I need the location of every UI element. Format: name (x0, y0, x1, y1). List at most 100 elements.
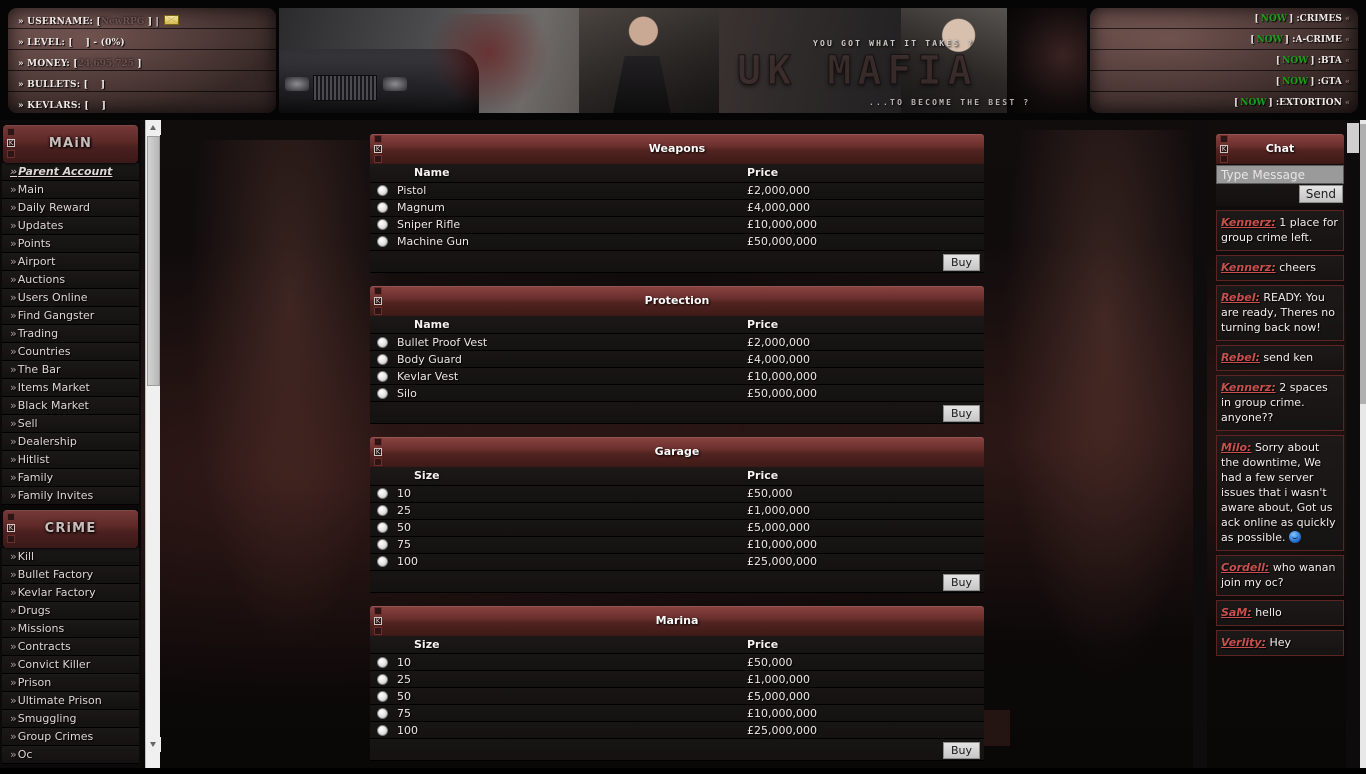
chat-username[interactable]: Kennerz: (1221, 216, 1276, 229)
chat-username[interactable]: Verlity: (1221, 636, 1266, 649)
sidebar-item-sell[interactable]: »Sell (2, 415, 139, 433)
sidebar-item-airport[interactable]: »Airport (2, 253, 139, 271)
sidebar-item-group-crimes[interactable]: »Group Crimes (2, 728, 139, 746)
sidebar-item-smuggling[interactable]: »Smuggling (2, 710, 139, 728)
sidebar-item-main[interactable]: »Main (2, 181, 139, 199)
radio-button[interactable] (376, 656, 388, 668)
radio-button[interactable] (376, 505, 388, 516)
radio-button[interactable] (376, 539, 388, 550)
close-icon[interactable] (374, 306, 382, 315)
row-select-cell[interactable] (370, 182, 394, 200)
row-select-cell[interactable] (370, 519, 394, 537)
table-row[interactable]: 10 £50,000 (370, 485, 984, 503)
sidebar-item-points[interactable]: »Points (2, 235, 139, 253)
table-row[interactable]: 25 £1,000,000 (370, 502, 984, 520)
buy-button[interactable]: Buy (942, 405, 980, 422)
radio-button[interactable] (376, 522, 388, 533)
minimize-icon[interactable] (7, 128, 15, 136)
sidebar-item-hitlist[interactable]: »Hitlist (2, 451, 139, 469)
row-select-cell[interactable] (370, 384, 394, 402)
buy-button[interactable]: Buy (942, 742, 980, 759)
table-row[interactable]: Sniper Rifle £10,000,000 (370, 216, 984, 234)
page-scrollbar-thumb[interactable] (1360, 124, 1366, 404)
table-row[interactable]: Machine Gun £50,000,000 (370, 233, 984, 251)
row-select-cell[interactable] (370, 653, 394, 671)
row-select-cell[interactable] (370, 216, 394, 234)
radio-button[interactable] (376, 236, 388, 247)
radio-button[interactable] (376, 185, 388, 196)
chat-username[interactable]: Rebel: (1221, 291, 1260, 304)
radio-button[interactable] (376, 353, 388, 365)
radio-button[interactable] (376, 724, 388, 736)
table-row[interactable]: 25 £1,000,000 (370, 670, 984, 688)
row-select-cell[interactable] (370, 536, 394, 554)
sidebar-item-trading[interactable]: »Trading (2, 325, 139, 343)
sidebar-item-family[interactable]: »Family (2, 469, 139, 487)
radio-button[interactable] (376, 488, 388, 499)
table-row[interactable]: 100 £25,000,000 (370, 721, 984, 739)
table-row[interactable]: Body Guard £4,000,000 (370, 350, 984, 368)
chat-username[interactable]: SaM: (1221, 606, 1252, 619)
buy-button[interactable]: Buy (942, 253, 980, 271)
table-row[interactable]: Kevlar Vest £10,000,000 (370, 367, 984, 385)
scroll-down-arrow-icon[interactable] (146, 737, 161, 752)
minimize-icon[interactable] (7, 513, 15, 521)
sidebar-item-find-gangster[interactable]: »Find Gangster (2, 307, 139, 325)
sidebar-item-contracts[interactable]: »Contracts (2, 638, 139, 656)
sidebar-item-kill[interactable]: »Kill (2, 548, 139, 566)
sidebar-item-parent-account[interactable]: »Parent Account (2, 163, 139, 181)
sidebar-item-bullet-factory[interactable]: »Bullet Factory (2, 566, 139, 584)
table-row[interactable]: 50 £5,000,000 (370, 519, 984, 537)
radio-button[interactable] (376, 690, 388, 702)
radio-button[interactable] (376, 673, 388, 685)
close-icon[interactable] (1220, 155, 1228, 163)
sidebar-item-countries[interactable]: »Countries (2, 343, 139, 361)
table-row[interactable]: Silo £50,000,000 (370, 384, 984, 402)
row-select-cell[interactable] (370, 704, 394, 722)
table-row[interactable]: 50 £5,000,000 (370, 687, 984, 705)
sidebar-scrollbar[interactable] (145, 120, 161, 768)
page-scrollbar[interactable] (1360, 120, 1366, 768)
table-row[interactable]: 75 £10,000,000 (370, 536, 984, 554)
sidebar-item-black-market[interactable]: »Black Market (2, 397, 139, 415)
scroll-up-arrow-icon[interactable] (146, 120, 161, 135)
radio-button[interactable] (376, 387, 388, 399)
radio-button[interactable] (376, 202, 388, 213)
row-select-cell[interactable] (370, 333, 394, 351)
sidebar-item-drugs[interactable]: »Drugs (2, 602, 139, 620)
radio-button[interactable] (376, 370, 388, 382)
mail-icon[interactable] (164, 15, 180, 25)
table-row[interactable]: Pistol £2,000,000 (370, 182, 984, 200)
sidebar-item-convict-killer[interactable]: »Convict Killer (2, 656, 139, 674)
sidebar-item-auctions[interactable]: »Auctions (2, 271, 139, 289)
sidebar-item-prison[interactable]: »Prison (2, 674, 139, 692)
close-icon[interactable] (374, 458, 382, 466)
close-icon[interactable] (7, 150, 15, 158)
close-icon[interactable] (7, 535, 15, 543)
row-select-cell[interactable] (370, 367, 394, 385)
sidebar-item-the-bar[interactable]: »The Bar (2, 361, 139, 379)
buy-button[interactable]: Buy (942, 573, 980, 591)
radio-button[interactable] (376, 707, 388, 719)
sidebar-item-kevlar-factory[interactable]: »Kevlar Factory (2, 584, 139, 602)
sidebar-item-users-online[interactable]: »Users Online (2, 289, 139, 307)
table-row[interactable]: 100 £25,000,000 (370, 553, 984, 571)
chat-send-button[interactable]: Send (1298, 185, 1343, 203)
row-select-cell[interactable] (370, 553, 394, 571)
chat-scrollbar-thumb[interactable] (1347, 123, 1359, 153)
sidebar-item-oc[interactable]: »Oc (2, 746, 139, 764)
sidebar-item-missions[interactable]: »Missions (2, 620, 139, 638)
row-select-cell[interactable] (370, 670, 394, 688)
chat-username[interactable]: Milo: (1221, 441, 1251, 454)
chat-username[interactable]: Kennerz: (1221, 261, 1276, 274)
radio-button[interactable] (376, 556, 388, 567)
radio-button[interactable] (376, 219, 388, 230)
sidebar-item-updates[interactable]: »Updates (2, 217, 139, 235)
sidebar-item-daily-reward[interactable]: »Daily Reward (2, 199, 139, 217)
sidebar-item-dealership[interactable]: »Dealership (2, 433, 139, 451)
table-row[interactable]: 10 £50,000 (370, 653, 984, 671)
table-row[interactable]: 75 £10,000,000 (370, 704, 984, 722)
table-row[interactable]: Magnum £4,000,000 (370, 199, 984, 217)
row-select-cell[interactable] (370, 502, 394, 520)
close-icon[interactable] (374, 155, 382, 163)
